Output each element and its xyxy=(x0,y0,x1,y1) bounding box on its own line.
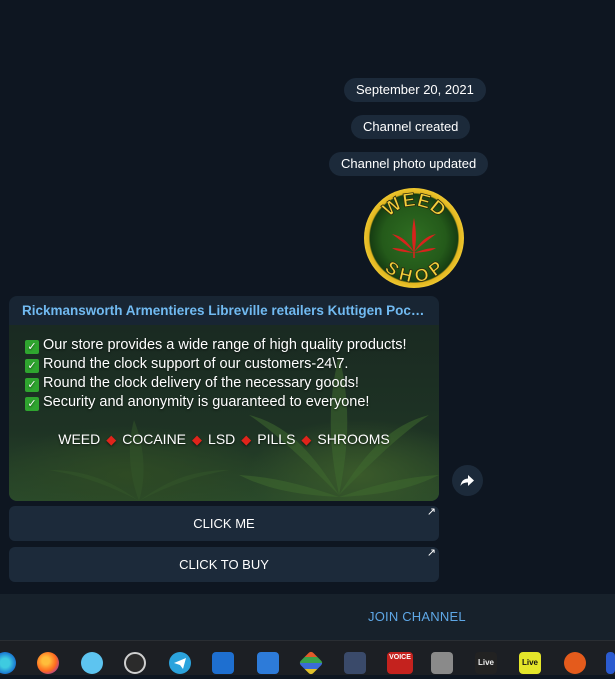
feature-line: ✓ Security and anonymity is guaranteed to… xyxy=(25,394,369,411)
cannabis-leaf-icon: WEED SHOP xyxy=(379,189,450,287)
red-diamond-icon: ◆ xyxy=(241,432,252,447)
app-icon[interactable] xyxy=(257,652,279,674)
check-mark-icon: ✓ xyxy=(25,340,39,354)
feature-text: Security and anonymity is guaranteed to … xyxy=(43,394,370,410)
channel-post: Rickmansworth Armentieres Libreville ret… xyxy=(9,296,439,501)
mail-icon[interactable] xyxy=(212,652,234,674)
product-list: WEED ◆ COCAINE ◆ LSD ◆ PILLS ◆ SHROOMS xyxy=(9,431,439,448)
avatar-text-top: WEED xyxy=(379,189,450,221)
click-me-label: CLICK ME xyxy=(193,516,255,531)
feature-text: Our store provides a wide range of high … xyxy=(43,337,407,353)
app-icon[interactable] xyxy=(606,652,615,674)
ubuntu-icon[interactable] xyxy=(564,652,586,674)
feature-line: ✓ Round the clock support of our customer… xyxy=(25,356,348,373)
app-icon[interactable] xyxy=(431,652,453,674)
share-button[interactable] xyxy=(452,465,483,496)
click-to-buy-label: CLICK TO BUY xyxy=(179,557,269,572)
product-item: LSD xyxy=(208,431,236,447)
click-to-buy-button[interactable]: CLICK TO BUY ↗ xyxy=(9,547,439,582)
firefox-icon[interactable] xyxy=(37,652,59,674)
bottom-bar: JOIN CHANNEL xyxy=(0,594,615,640)
app-icon[interactable] xyxy=(298,650,324,676)
obs-icon[interactable] xyxy=(124,652,146,674)
telegram-icon[interactable] xyxy=(169,652,191,674)
click-me-button[interactable]: CLICK ME ↗ xyxy=(9,506,439,541)
red-diamond-icon: ◆ xyxy=(192,432,203,447)
red-diamond-icon: ◆ xyxy=(106,432,117,447)
external-link-arrow-icon: ↗ xyxy=(426,547,436,559)
check-mark-icon: ✓ xyxy=(25,359,39,373)
red-diamond-icon: ◆ xyxy=(301,432,312,447)
voicemeeter-icon[interactable]: VOICE xyxy=(387,652,413,674)
chat-area: September 20, 2021 Channel created Chann… xyxy=(0,0,615,594)
product-item: WEED xyxy=(58,431,101,447)
external-link-arrow-icon: ↗ xyxy=(426,506,436,518)
feature-text: Round the clock delivery of the necessar… xyxy=(43,375,359,391)
service-message-photo-updated: Channel photo updated xyxy=(329,152,489,176)
check-mark-icon: ✓ xyxy=(25,397,39,411)
feature-line: ✓ Round the clock delivery of the necessa… xyxy=(25,375,359,392)
channel-photo[interactable]: WEED SHOP xyxy=(364,188,464,288)
product-item: COCAINE xyxy=(122,431,187,447)
svg-text:SHOP: SHOP xyxy=(381,257,446,286)
svg-text:WEED: WEED xyxy=(379,190,449,222)
date-pill: September 20, 2021 xyxy=(344,78,486,102)
paper-plane-icon xyxy=(174,658,186,669)
share-forward-icon xyxy=(460,475,474,486)
join-channel-button[interactable]: JOIN CHANNEL xyxy=(368,609,466,624)
app-icon[interactable] xyxy=(81,652,103,674)
feature-text: Round the clock support of our customers… xyxy=(43,356,349,372)
post-title[interactable]: Rickmansworth Armentieres Libreville ret… xyxy=(22,303,426,318)
live-icon[interactable]: Live xyxy=(475,652,497,674)
feature-line: ✓ Our store provides a wide range of high… xyxy=(25,337,407,354)
avatar-text-bottom: SHOP xyxy=(381,257,447,287)
app-icon[interactable] xyxy=(344,652,366,674)
edge-icon[interactable] xyxy=(0,652,16,674)
post-image[interactable]: ✓ Our store provides a wide range of high… xyxy=(9,325,439,501)
taskbar: VOICE Live Live xyxy=(0,640,615,676)
service-message-channel-created: Channel created xyxy=(351,115,471,139)
check-mark-icon: ✓ xyxy=(25,378,39,392)
product-item: PILLS xyxy=(257,431,296,447)
product-item: SHROOMS xyxy=(317,431,390,447)
live-icon[interactable]: Live xyxy=(519,652,541,674)
